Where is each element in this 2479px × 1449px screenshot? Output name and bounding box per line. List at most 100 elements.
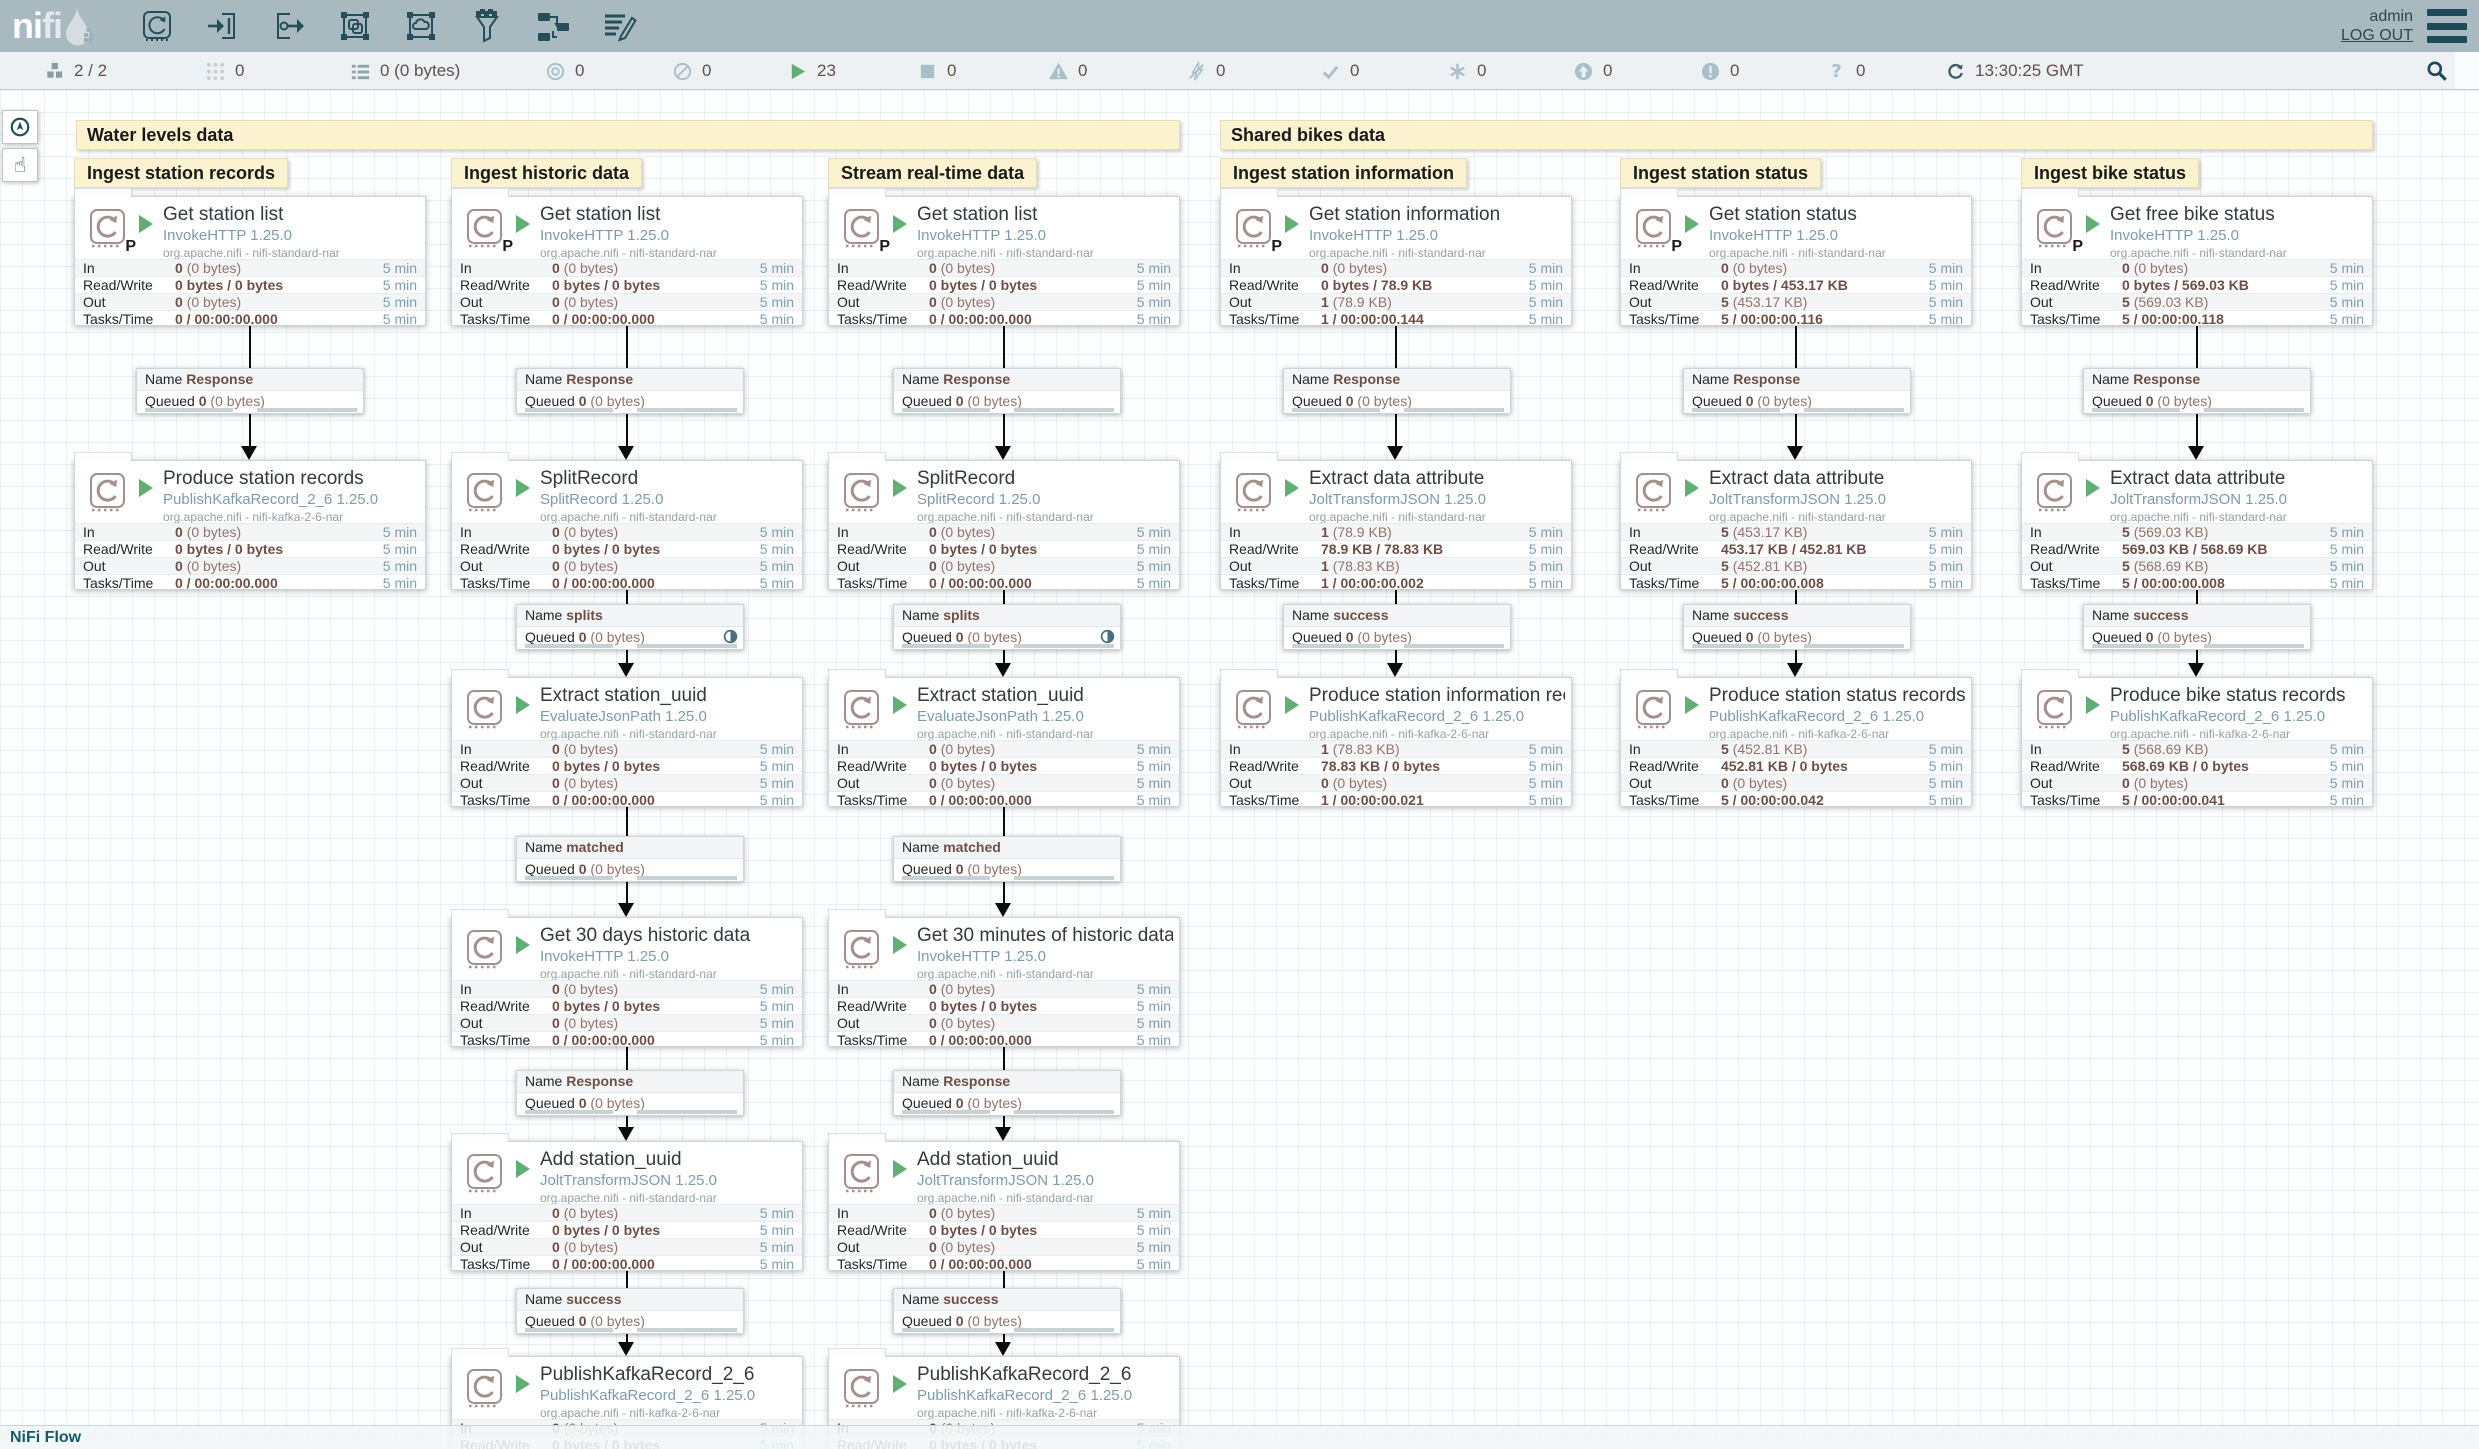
connection-label-success[interactable]: Name success Queued 0 (0 bytes) xyxy=(1683,604,1911,650)
queue-bytes-bar xyxy=(637,644,737,648)
processor-stats: In 0 (0 bytes) 5 min Read/Write 0 bytes … xyxy=(829,259,1179,327)
processor-icon xyxy=(462,470,506,514)
label-stream-real-time-data[interactable]: Stream real-time data xyxy=(828,158,1037,188)
processor-get-30-days-historic-data[interactable]: Get 30 days historic data InvokeHTTP 1.2… xyxy=(451,917,803,1047)
connection-label-splits[interactable]: Name splits Queued 0 (0 bytes) xyxy=(516,604,744,650)
logout-link[interactable]: LOG OUT xyxy=(2341,26,2413,45)
group-label-water-levels-data[interactable]: Water levels data xyxy=(76,120,1180,150)
processor-bundle: org.apache.nifi - nifi-standard-nar xyxy=(1709,246,1965,260)
connection-label-success[interactable]: Name success Queued 0 (0 bytes) xyxy=(2083,604,2311,650)
connection-label-matched[interactable]: Name matched Queued 0 (0 bytes) xyxy=(893,836,1121,882)
template-toolbar-icon[interactable] xyxy=(534,7,572,45)
processor-get-station-list[interactable]: P Get station list InvokeHTTP 1.25.0 org… xyxy=(828,196,1180,326)
processor-splitrecord[interactable]: SplitRecord SplitRecord 1.25.0 org.apach… xyxy=(451,460,803,590)
connection-queued: Queued 0 (0 bytes) xyxy=(1684,391,1910,413)
connection-label-success[interactable]: Name success Queued 0 (0 bytes) xyxy=(893,1288,1121,1334)
navigate-palette-button[interactable] xyxy=(2,110,38,144)
processor-icon xyxy=(839,470,883,514)
processor-produce-station-records[interactable]: Produce station records PublishKafkaReco… xyxy=(74,460,426,590)
remote-process-group-toolbar-icon[interactable] xyxy=(402,7,440,45)
processor-extract-station-uuid[interactable]: Extract station_uuid EvaluateJsonPath 1.… xyxy=(828,677,1180,807)
connection-label-matched[interactable]: Name matched Queued 0 (0 bytes) xyxy=(516,836,744,882)
stat-row-out: Out 0 (0 bytes) 5 min xyxy=(452,1014,802,1031)
label-ingest-bike-status[interactable]: Ingest bike status xyxy=(2021,158,2199,188)
stat-period: 5 min xyxy=(760,311,794,327)
global-menu-button[interactable] xyxy=(2427,9,2467,43)
stat-row-tasks-time: Tasks/Time 0 / 00:00:00.000 5 min xyxy=(829,1031,1179,1048)
stat-period: 5 min xyxy=(760,1222,794,1238)
connection-label-response[interactable]: Name Response Queued 0 (0 bytes) xyxy=(893,368,1121,414)
connection-label-response[interactable]: Name Response Queued 0 (0 bytes) xyxy=(516,368,744,414)
label-ingest-historic-data[interactable]: Ingest historic data xyxy=(451,158,642,188)
connection-label-response[interactable]: Name Response Queued 0 (0 bytes) xyxy=(893,1070,1121,1116)
processor-extract-data-attribute[interactable]: Extract data attribute JoltTransformJSON… xyxy=(1620,460,1972,590)
label-ingest-station-records[interactable]: Ingest station records xyxy=(74,158,288,188)
processor-get-station-status[interactable]: P Get station status InvokeHTTP 1.25.0 o… xyxy=(1620,196,1972,326)
connection-label-response[interactable]: Name Response Queued 0 (0 bytes) xyxy=(516,1070,744,1116)
stat-row-out: Out 5 (452.81 KB) 5 min xyxy=(1621,557,1971,574)
connection-label-success[interactable]: Name success Queued 0 (0 bytes) xyxy=(1283,604,1511,650)
label-ingest-station-status[interactable]: Ingest station status xyxy=(1620,158,1821,188)
primary-node-badge: P xyxy=(879,238,890,256)
processor-extract-data-attribute[interactable]: Extract data attribute JoltTransformJSON… xyxy=(2021,460,2373,590)
processor-produce-bike-status-records[interactable]: Produce bike status records PublishKafka… xyxy=(2021,677,2373,807)
search-button[interactable] xyxy=(2421,55,2453,87)
processor-extract-station-uuid[interactable]: Extract station_uuid EvaluateJsonPath 1.… xyxy=(451,677,803,807)
operate-palette-button[interactable]: ☝ xyxy=(2,148,38,182)
output-port-toolbar-icon[interactable] xyxy=(270,7,308,45)
connection-label-response[interactable]: Name Response Queued 0 (0 bytes) xyxy=(1683,368,1911,414)
processor-get-30-minutes-of-historic-data[interactable]: Get 30 minutes of historic data InvokeHT… xyxy=(828,917,1180,1047)
connection-label-response[interactable]: Name Response Queued 0 (0 bytes) xyxy=(1283,368,1511,414)
running-status-icon xyxy=(1285,479,1299,497)
processor-get-free-bike-status[interactable]: P Get free bike status InvokeHTTP 1.25.0… xyxy=(2021,196,2373,326)
processor-get-station-list[interactable]: P Get station list InvokeHTTP 1.25.0 org… xyxy=(451,196,803,326)
processor-toolbar-icon[interactable] xyxy=(138,7,176,45)
process-group-toolbar-icon[interactable] xyxy=(336,7,374,45)
label-toolbar-icon[interactable] xyxy=(600,7,638,45)
processor-icon: P xyxy=(1231,206,1275,250)
processor-get-station-information[interactable]: P Get station information InvokeHTTP 1.2… xyxy=(1220,196,1572,326)
processor-tab xyxy=(451,1348,509,1357)
processor-produce-station-status-records[interactable]: Produce station status records PublishKa… xyxy=(1620,677,1972,807)
stat-row-read-write: Read/Write 0 bytes / 78.9 KB 5 min xyxy=(1221,276,1571,293)
refresh-icon[interactable] xyxy=(1945,61,1966,82)
label-ingest-station-information[interactable]: Ingest station information xyxy=(1220,158,1467,188)
funnel-toolbar-icon[interactable] xyxy=(468,7,506,45)
queue-size-bar xyxy=(902,1110,990,1114)
processor-icon xyxy=(1231,687,1275,731)
stat-period: 5 min xyxy=(1529,311,1563,327)
processor-type: InvokeHTTP 1.25.0 xyxy=(2110,227,2366,244)
connection-arrowhead xyxy=(618,663,634,677)
processor-type: InvokeHTTP 1.25.0 xyxy=(917,227,1173,244)
connection-label-response[interactable]: Name Response Queued 0 (0 bytes) xyxy=(2083,368,2311,414)
stat-row-tasks-time: Tasks/Time 0 / 00:00:00.000 5 min xyxy=(452,310,802,327)
stat-row-tasks-time: Tasks/Time 0 / 00:00:00.000 5 min xyxy=(452,1031,802,1048)
stat-period: 5 min xyxy=(1929,541,1963,557)
processor-produce-station-information-rec[interactable]: Produce station information rec... Publi… xyxy=(1220,677,1572,807)
processor-add-station-uuid[interactable]: Add station_uuid JoltTransformJSON 1.25.… xyxy=(451,1141,803,1271)
connection-queued: Queued 0 (0 bytes) xyxy=(137,391,363,413)
connection-name: Name Response xyxy=(894,1071,1120,1093)
processor-get-station-list[interactable]: P Get station list InvokeHTTP 1.25.0 org… xyxy=(74,196,426,326)
connection-queued: Queued 0 (0 bytes) xyxy=(517,859,743,881)
group-label-shared-bikes-data[interactable]: Shared bikes data xyxy=(1220,120,2373,150)
connection-label-success[interactable]: Name success Queued 0 (0 bytes) xyxy=(516,1288,744,1334)
status-not-transmitting-count: 0 xyxy=(702,61,711,81)
processor-icon: P xyxy=(85,206,129,250)
stat-period: 5 min xyxy=(1137,575,1171,591)
processor-name: Get station status xyxy=(1709,204,1965,226)
status-sync-failure-count: 0 xyxy=(1856,61,1865,81)
breadcrumb[interactable]: NiFi Flow xyxy=(10,1429,81,1447)
stat-row-out: Out 0 (0 bytes) 5 min xyxy=(829,293,1179,310)
connection-label-response[interactable]: Name Response Queued 0 (0 bytes) xyxy=(136,368,364,414)
flow-canvas[interactable]: ☝ Water levels data Shared bikes data Inge… xyxy=(0,90,2479,1449)
processor-add-station-uuid[interactable]: Add station_uuid JoltTransformJSON 1.25.… xyxy=(828,1141,1180,1271)
connection-label-splits[interactable]: Name splits Queued 0 (0 bytes) xyxy=(893,604,1121,650)
up-to-date-icon xyxy=(1320,61,1341,82)
processor-type: PublishKafkaRecord_2_6 1.25.0 xyxy=(1709,708,1965,725)
processor-extract-data-attribute[interactable]: Extract data attribute JoltTransformJSON… xyxy=(1220,460,1572,590)
input-port-toolbar-icon[interactable] xyxy=(204,7,242,45)
app-header: nifi admin LOG OUT xyxy=(0,0,2479,52)
status-cluster-count: 2 / 2 xyxy=(74,61,107,81)
processor-splitrecord[interactable]: SplitRecord SplitRecord 1.25.0 org.apach… xyxy=(828,460,1180,590)
